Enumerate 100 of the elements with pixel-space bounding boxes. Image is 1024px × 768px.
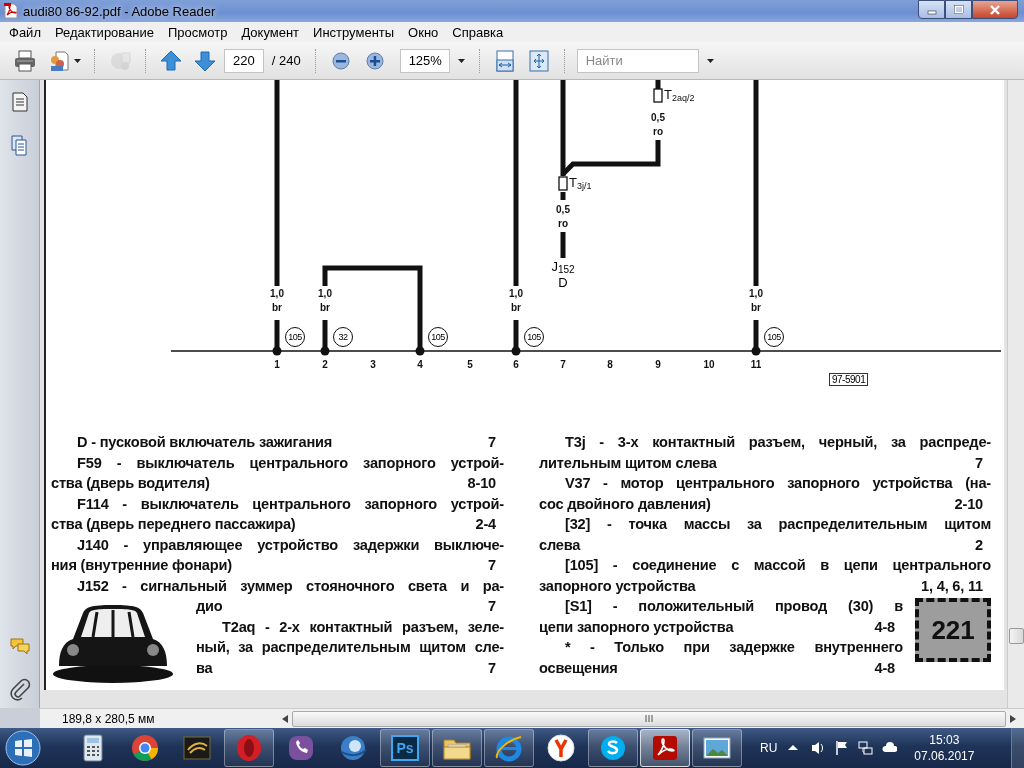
wire-size-label: 0,5 — [650, 112, 666, 124]
wire-color-label: br — [271, 302, 283, 314]
acrobat-taskbar-button[interactable] — [640, 729, 690, 767]
pdf-file-icon — [4, 3, 18, 19]
grip-icon — [644, 715, 654, 722]
wire-color-label: br — [319, 302, 331, 314]
column-number: 1 — [273, 359, 281, 371]
menu-item[interactable]: Справка — [445, 24, 511, 40]
legend-reference: 7 — [488, 658, 497, 678]
search-field[interactable]: Найти — [576, 48, 699, 73]
legend-reference: 2-10 — [954, 494, 984, 514]
legend-text: T2aq - 2-х контактный разъем, зеле- — [221, 617, 504, 637]
arrow-up-icon — [159, 48, 183, 73]
menu-item[interactable]: Просмотр — [161, 24, 235, 40]
start-button[interactable] — [4, 729, 42, 767]
ie-taskbar-button[interactable] — [484, 729, 534, 767]
page-size-label: 189,8 x 280,5 мм — [61, 710, 156, 728]
column-number: 2 — [321, 359, 329, 371]
clock[interactable]: 15:03 07.06.2017 — [914, 732, 975, 764]
zoom-field[interactable]: 125% — [399, 48, 450, 73]
wire-color-label: br — [510, 302, 522, 314]
legend-text: [S1] - положительный провод (30) в — [564, 597, 904, 616]
legend-reference: 4-8 — [874, 658, 896, 678]
volume-tray-button[interactable] — [810, 740, 826, 756]
flag-icon — [834, 740, 850, 756]
menu-item[interactable]: Инструменты — [306, 24, 402, 40]
page-count: / 240 — [270, 53, 302, 68]
legend-reference: 7 — [488, 433, 497, 452]
opera-taskbar-button[interactable] — [224, 729, 274, 767]
legend-reference: 7 — [975, 453, 984, 473]
horizontal-scrollbar-thumb[interactable] — [292, 710, 1006, 727]
connector-label: T$_{3j/1}$ — [569, 176, 592, 193]
component-label: J$_{152}$ — [550, 260, 576, 277]
scroll-left-icon[interactable] — [282, 714, 288, 723]
network-tray-button[interactable] — [858, 740, 874, 756]
wire-size-label: 1,0 — [269, 288, 285, 300]
junction-dot — [751, 346, 761, 356]
page-number-field[interactable]: 220 — [224, 48, 264, 73]
wire-size-label: 0,5 — [555, 204, 571, 216]
scroll-right-icon[interactable] — [1010, 714, 1016, 723]
legend-text: запорного устройства — [539, 576, 696, 596]
photoshop-taskbar-button[interactable]: Ps — [380, 729, 430, 767]
chrome-icon — [129, 732, 161, 764]
legend-reference: 4-8 — [874, 617, 896, 637]
close-button[interactable] — [972, 0, 1018, 19]
minimize-button[interactable] — [918, 0, 945, 19]
legend-text: * - Только при задержке внутреннего — [564, 638, 904, 657]
clock-date: 07.06.2017 — [914, 748, 975, 764]
legend-text: T3j - 3-х контактный разъем, черный, за распреде- — [564, 433, 991, 452]
legend-reference: 7 — [488, 556, 497, 575]
junction-dot — [511, 346, 521, 356]
menu-item[interactable]: Файл — [2, 24, 48, 40]
vertical-scrollbar[interactable] — [1007, 80, 1024, 708]
legend-reference: 2 — [975, 535, 984, 555]
volume-icon — [810, 740, 826, 756]
flag-tray-button[interactable] — [834, 740, 850, 756]
clock-time: 15:03 — [929, 732, 960, 748]
legend-reference: 7 — [488, 597, 497, 616]
wire-size-label: 1,0 — [317, 288, 333, 300]
column-number: 5 — [466, 359, 474, 371]
column-number: 6 — [512, 359, 520, 371]
wire-size-label: 1,0 — [508, 288, 524, 300]
caret-icon — [706, 58, 714, 63]
close-icon — [990, 4, 1000, 15]
caret-icon — [457, 58, 465, 63]
legend-text: цепи запорного устройства — [539, 617, 734, 637]
language-indicator[interactable]: RU — [760, 741, 778, 755]
windows-logo-icon — [4, 729, 42, 767]
legend-text: ства (дверь переднего пассажира) — [51, 515, 296, 534]
page-number-badge: 221 — [915, 598, 991, 662]
legend-text: ния (внутренние фонари) — [51, 556, 232, 575]
menu-item[interactable]: Окно — [401, 24, 446, 40]
wire-size-label: 1,0 — [748, 288, 764, 300]
fit-page-icon — [526, 48, 551, 73]
legend-text: [105] - соединение с массой в цепи центрального — [564, 556, 991, 575]
folder-taskbar-button[interactable] — [432, 729, 482, 767]
wire-color-label: ro — [652, 126, 664, 138]
photoshop-icon: Ps — [391, 735, 419, 761]
column-number: 8 — [606, 359, 614, 371]
legend-reference: 2-4 — [475, 515, 497, 534]
legend-text: J152 - сигнальный зуммер стояночного света и ра- — [76, 576, 504, 596]
menu-item[interactable]: Документ — [234, 24, 307, 40]
legend-text: F114 - выключатель центрального запорного устрой- — [76, 494, 504, 514]
arrow-down-icon — [193, 48, 217, 73]
attachments-panel-button[interactable] — [7, 678, 32, 702]
junction-dot — [320, 346, 330, 356]
scrollbar-thumb[interactable] — [1008, 628, 1024, 644]
legend-text: дио — [196, 597, 223, 616]
column-number: 11 — [749, 359, 763, 371]
legend-text: [32] - точка массы за распределительным щитом — [564, 515, 991, 534]
network-icon — [858, 740, 874, 756]
skype-taskbar-button[interactable] — [588, 729, 638, 767]
maximize-button[interactable] — [945, 0, 972, 19]
legend-text: ва — [196, 658, 213, 678]
legend-text: V37 - мотор центрального запорного устройства (на- — [564, 474, 991, 493]
menu-item[interactable]: Редактирование — [47, 24, 161, 40]
legend-text: D - пусковой включатель зажигания — [77, 433, 333, 452]
photos-taskbar-button[interactable] — [692, 729, 742, 767]
wire-color-label: br — [750, 302, 762, 314]
caret-icon — [74, 58, 81, 63]
